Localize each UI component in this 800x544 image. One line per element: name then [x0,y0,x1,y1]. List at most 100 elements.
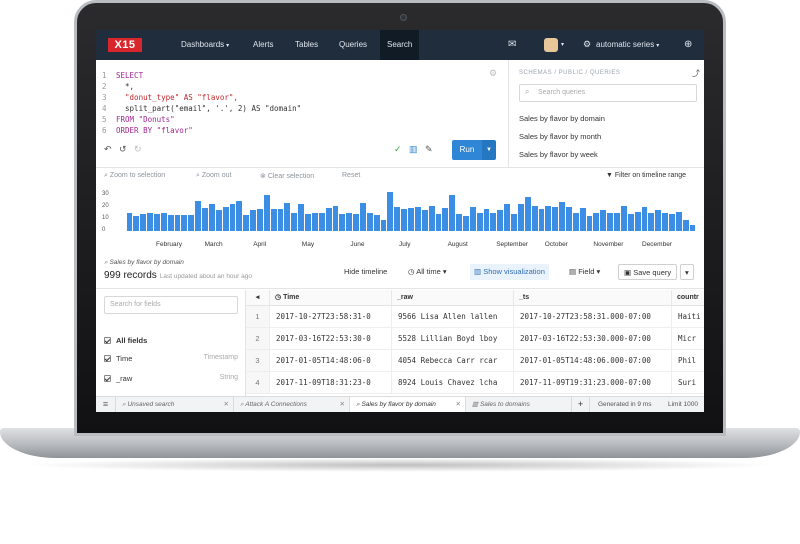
chart-bar[interactable] [373,215,380,231]
nav-queries[interactable]: Queries [339,30,367,60]
chart-bar[interactable] [627,214,634,231]
avatar[interactable] [544,38,558,52]
chart-bar[interactable] [421,210,428,231]
row-number[interactable]: 4 [246,372,270,394]
cell-time[interactable]: 2017-10-27T23:58:31-0 [270,306,392,328]
tab-sales-by-flavor[interactable]: ⌕ Sales by flavor by domain ✕ [350,397,466,412]
chart-bar[interactable] [126,212,133,231]
close-icon[interactable]: ✕ [224,397,229,412]
chart-bar[interactable] [408,207,414,231]
chart-bar[interactable] [531,205,538,231]
column-header-country[interactable]: countr [672,290,704,306]
field-row[interactable]: All fields [104,336,238,348]
chart-bar[interactable] [222,206,229,231]
cell-raw[interactable]: 9566 Lisa Allen lallen [392,306,514,328]
expand-icon[interactable]: ⤴ [692,68,700,79]
chart-bar[interactable] [559,201,565,231]
clear-selection-button[interactable]: ⊗ Clear selection [260,172,314,180]
checkbox[interactable] [104,355,111,362]
field-dropdown[interactable]: ▤ Field ▾ [569,264,600,280]
run-button[interactable]: Run [452,140,482,160]
close-icon[interactable]: ✕ [456,397,461,412]
columns-icon[interactable]: ▥ [409,144,418,155]
chart-bar[interactable] [545,205,552,231]
row-number[interactable]: 1 [246,306,270,328]
chart-bar[interactable] [147,212,153,231]
chart-bar[interactable] [215,210,222,231]
collapse-fields-button[interactable]: ◂ [246,290,270,306]
app-logo[interactable]: X15 [108,38,142,52]
chart-bar[interactable] [195,200,202,231]
chart-bar[interactable] [428,205,435,231]
chart-bar[interactable] [469,206,476,231]
chart-bar[interactable] [483,209,490,231]
chart-bar[interactable] [538,209,545,231]
nav-dashboards[interactable]: Dashboards ▾ [181,30,229,60]
queries-search-input[interactable]: Search queries [519,84,697,102]
chart-bar[interactable] [346,212,353,231]
timeline-chart[interactable]: 30 20 10 0 February March April May June July Augu… [96,185,704,255]
chart-bar[interactable] [202,207,208,231]
filter-timeline-button[interactable]: ▼ Filter on timeline range [606,172,686,179]
globe-icon[interactable]: ⊕ [684,39,692,50]
checkbox[interactable] [104,337,111,344]
chart-bar[interactable] [414,206,421,231]
chart-bar[interactable] [648,212,655,231]
chart-bar[interactable] [517,204,524,231]
cell-time[interactable]: 2017-01-05T14:48:06-0 [270,350,392,372]
chart-bar[interactable] [263,194,270,231]
show-visualization-button[interactable]: ▥ Show visualization [470,264,549,280]
tab-unsaved-search[interactable]: ⌕ Unsaved search ✕ [116,397,234,412]
nav-search[interactable]: Search [380,30,420,60]
row-number[interactable]: 3 [246,350,270,372]
time-range-dropdown[interactable]: ◷ All time ▾ [408,264,447,280]
chart-bar[interactable] [387,192,394,231]
chart-bar[interactable] [174,215,181,231]
column-header-ts[interactable]: _ts [514,290,672,306]
chart-bar[interactable] [504,204,511,231]
cell-raw[interactable]: 5528 Lillian Boyd lboy [392,328,514,350]
query-item[interactable]: Sales by flavor by month [519,132,601,141]
chart-bar[interactable] [270,209,277,231]
chart-bar[interactable] [394,206,401,231]
history-icon[interactable]: ↶ [104,144,112,155]
cell-ts[interactable]: 2017-01-05T14:48:06.000-07:00 [514,350,672,372]
chart-bar[interactable] [682,220,689,231]
save-options-button[interactable]: ▾ [680,264,694,280]
cell-raw[interactable]: 4054 Rebecca Carr rcar [392,350,514,372]
chart-bar[interactable] [675,211,682,231]
row-number[interactable]: 2 [246,328,270,350]
chart-bar[interactable] [380,220,387,231]
chart-bar[interactable] [490,212,497,231]
tab-sales-to-domains[interactable]: ▥ Sales to domains [466,397,572,412]
column-header-raw[interactable]: _raw [392,290,514,306]
check-icon[interactable]: ✓ [394,144,402,155]
cell-country[interactable]: Haiti [672,306,704,328]
chart-bar[interactable] [600,210,607,231]
cell-raw[interactable]: 8924 Louis Chavez lcha [392,372,514,394]
undo-icon[interactable]: ↺ [119,144,127,155]
nav-alerts[interactable]: Alerts [253,30,273,60]
chart-bar[interactable] [524,197,531,231]
tab-attack-connections[interactable]: ⌕ Attack A Connections ✕ [234,397,350,412]
query-editor[interactable]: 1 SELECT 2 *, 3 "donut_type" AS "flavor",… [96,60,508,168]
cell-ts[interactable]: 2017-03-16T22:53:30.000-07:00 [514,328,672,350]
add-tab-button[interactable]: + [572,397,590,412]
chart-bar[interactable] [566,206,572,231]
chart-bar[interactable] [497,210,504,231]
chart-bar[interactable] [669,214,675,231]
chart-bar[interactable] [655,210,662,231]
query-item[interactable]: Sales by flavor by week [519,150,598,159]
chart-bar[interactable] [305,214,311,231]
chart-bar[interactable] [250,210,256,231]
chart-bar[interactable] [620,205,627,231]
chart-bar[interactable] [284,203,291,231]
chart-bar[interactable] [607,212,614,231]
reset-button[interactable]: Reset [342,172,360,179]
field-row[interactable]: _raw String [104,374,238,386]
chart-bar[interactable] [208,204,215,231]
chart-bar[interactable] [236,200,243,231]
hide-timeline-button[interactable]: Hide timeline [344,264,387,280]
chart-bar[interactable] [167,215,174,231]
chart-bar[interactable] [181,215,188,231]
